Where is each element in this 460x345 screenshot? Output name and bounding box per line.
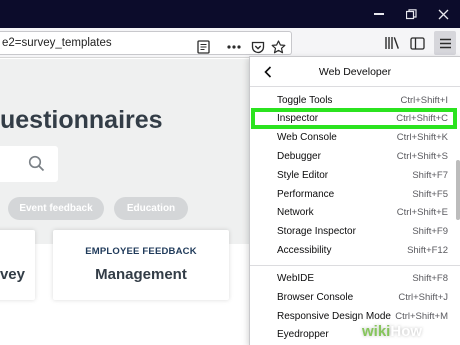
page-title: uestionnaires [0, 106, 163, 134]
inspector-highlight-box [251, 108, 457, 129]
search-icon[interactable] [28, 155, 45, 172]
menu-title: Web Developer [318, 66, 392, 78]
menu-item-label: Responsive Design Mode [277, 311, 391, 322]
education-pill[interactable]: Education [114, 197, 188, 220]
menu-item-shortcut: Ctrl+Shift+I [400, 95, 448, 106]
menu-item-debugger[interactable]: Debugger Ctrl+Shift+S [250, 148, 460, 167]
menu-item-eyedropper[interactable]: Eyedropper [250, 326, 460, 345]
url-bar[interactable]: e2=survey_templates [0, 31, 292, 55]
menu-header: Web Developer [250, 57, 460, 87]
menu-item-label: Eyedropper [277, 329, 329, 340]
more-icon[interactable] [222, 35, 246, 59]
watermark-prefix: wiki [362, 323, 391, 340]
menu-item-style-editor[interactable]: Style Editor Shift+F7 [250, 167, 460, 186]
menu-item-shortcut: Ctrl+Shift+K [396, 132, 448, 143]
close-icon[interactable] [428, 0, 458, 28]
wikihow-watermark: wikiHow [362, 323, 422, 340]
menu-item-accessibility[interactable]: Accessibility Shift+F12 [250, 242, 460, 261]
menu-item-label: Debugger [277, 151, 321, 162]
menu-item-webide[interactable]: WebIDE Shift+F8 [250, 270, 460, 289]
template-card[interactable]: vey [0, 230, 35, 300]
menu-item-shortcut: Ctrl+Shift+M [395, 311, 448, 322]
minimize-icon[interactable] [364, 0, 394, 28]
menu-separator [250, 265, 460, 266]
watermark-suffix: How [390, 323, 423, 340]
card-category: EMPLOYEE FEEDBACK [85, 246, 197, 257]
menu-item-label: Accessibility [277, 245, 332, 256]
menu-item-network[interactable]: Network Ctrl+Shift+E [250, 204, 460, 223]
reader-view-icon[interactable] [191, 35, 215, 59]
web-developer-menu: Web Developer Toggle Tools Ctrl+Shift+I … [249, 56, 460, 345]
menu-item-shortcut: Shift+F7 [412, 170, 448, 181]
restore-icon[interactable] [396, 0, 426, 28]
menu-item-shortcut: Shift+F5 [412, 189, 448, 200]
menu-item-shortcut: Ctrl+Shift+E [396, 207, 448, 218]
menu-item-shortcut: Shift+F8 [412, 273, 448, 284]
menu-item-web-console[interactable]: Web Console Ctrl+Shift+K [250, 129, 460, 148]
menu-item-label: Storage Inspector [277, 226, 356, 237]
menu-item-shortcut: Ctrl+Shift+J [398, 292, 448, 303]
card-title: vey [0, 266, 25, 283]
url-text[interactable]: e2=survey_templates [2, 37, 112, 49]
menu-item-storage-inspector[interactable]: Storage Inspector Shift+F9 [250, 223, 460, 242]
menu-item-label: Performance [277, 189, 335, 200]
menu-item-label: Network [277, 207, 314, 218]
card-title: Management [95, 266, 187, 283]
menu-item-label: Web Console [277, 132, 337, 143]
menu-item-responsive-design-mode[interactable]: Responsive Design Mode Ctrl+Shift+M [250, 308, 460, 327]
window-titlebar [0, 0, 460, 28]
navigation-toolbar: e2=survey_templates [0, 28, 460, 58]
template-search-input[interactable] [0, 146, 58, 182]
menu-item-shortcut: Shift+F9 [412, 226, 448, 237]
sidebar-icon[interactable] [405, 31, 429, 55]
template-card[interactable]: EMPLOYEE FEEDBACK Management [53, 230, 229, 300]
library-icon[interactable] [380, 31, 404, 55]
hamburger-menu-icon[interactable] [434, 31, 456, 55]
event-feedback-pill[interactable]: Event feedback [8, 197, 104, 220]
menu-item-label: WebIDE [277, 273, 315, 284]
menu-item-label: Browser Console [277, 292, 354, 303]
menu-item-shortcut: Shift+F12 [407, 245, 448, 256]
menu-item-label: Toggle Tools [277, 95, 333, 106]
menu-item-shortcut: Ctrl+Shift+S [396, 151, 448, 162]
menu-item-performance[interactable]: Performance Shift+F5 [250, 186, 460, 205]
menu-item-browser-console[interactable]: Browser Console Ctrl+Shift+J [250, 289, 460, 308]
menu-scrollbar[interactable] [456, 160, 460, 220]
menu-item-label: Style Editor [277, 170, 329, 181]
